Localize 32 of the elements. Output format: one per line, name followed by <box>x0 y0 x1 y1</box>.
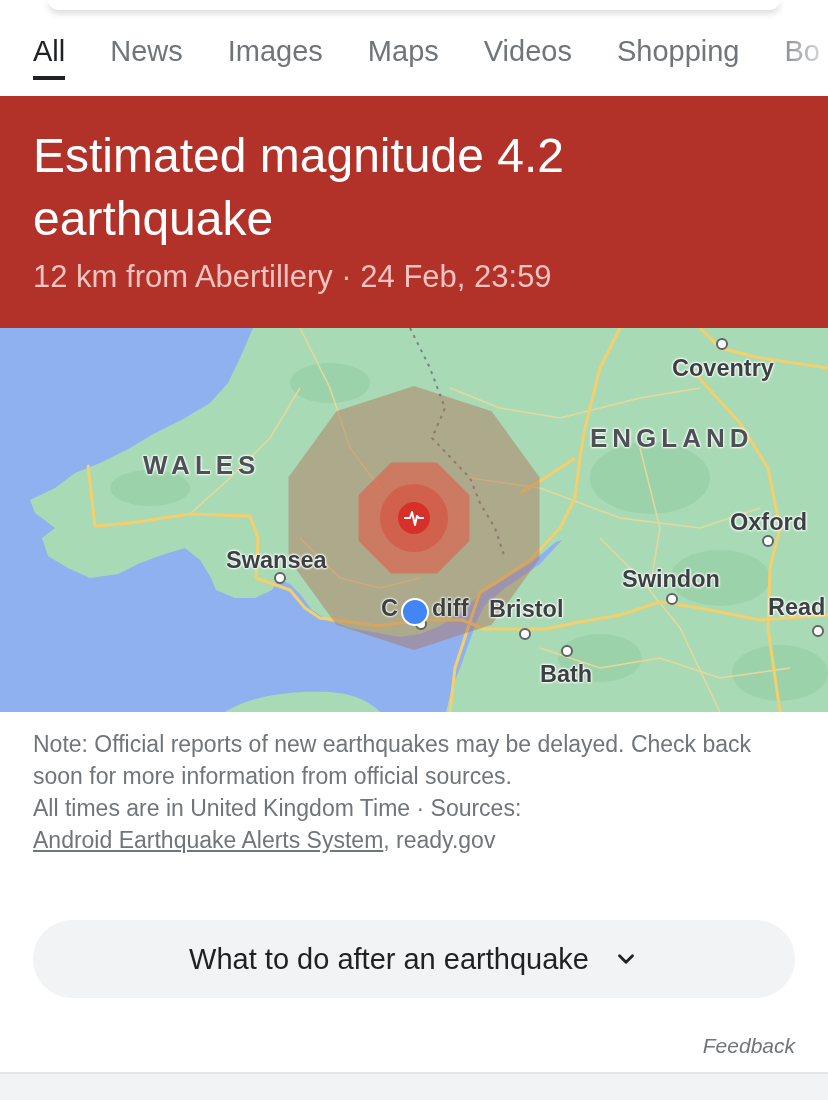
disclaimer-text: Note: Official reports of new earthquakes may be delayed. Check back soon for more information from official sources. <box>33 730 753 791</box>
search-tab[interactable]: Videos <box>483 34 572 80</box>
search-tab[interactable]: Images <box>227 34 323 80</box>
city-label: diff <box>432 594 469 622</box>
search-tab[interactable]: Shopping <box>616 34 740 80</box>
region-label: WALES <box>143 450 261 481</box>
alert-title: Estimated magnitude 4.2 earthquake <box>33 128 565 247</box>
source-link[interactable]: Android Earthquake Alerts System <box>33 827 384 853</box>
search-tab[interactable]: News <box>110 34 183 80</box>
expand-button[interactable]: What to do after an earthquake <box>33 920 795 998</box>
city-label: Coventry <box>672 355 774 382</box>
city-label: Read <box>768 594 826 621</box>
region-label: ENGLAND <box>590 423 754 454</box>
city-label: Bristol <box>489 596 564 623</box>
city-label: Swansea <box>226 547 327 574</box>
search-tab[interactable]: Maps <box>367 34 439 80</box>
sources-text: All times are in United Kingdom Time · Sources: Android Earthquake Alerts System, ready.gov <box>33 794 523 855</box>
city-marker-icon <box>762 535 774 547</box>
search-tab[interactable]: All <box>33 34 66 80</box>
alert-subtitle: 12 km from Abertillery · 24 Feb, 23:59 <box>33 258 553 296</box>
city-marker-icon <box>519 628 531 640</box>
city-label: Oxford <box>730 509 808 536</box>
city-marker-icon <box>666 593 678 605</box>
feedback-link[interactable]: Feedback <box>702 1033 795 1059</box>
pulse-icon <box>398 502 430 534</box>
city-label: Bath <box>540 661 593 688</box>
city-marker-icon <box>561 645 573 657</box>
city-label: Swindon <box>622 566 720 593</box>
city-label: C <box>381 594 398 622</box>
city-marker-icon <box>274 572 286 584</box>
city-marker-icon <box>716 338 728 350</box>
city-marker-icon <box>812 625 824 637</box>
